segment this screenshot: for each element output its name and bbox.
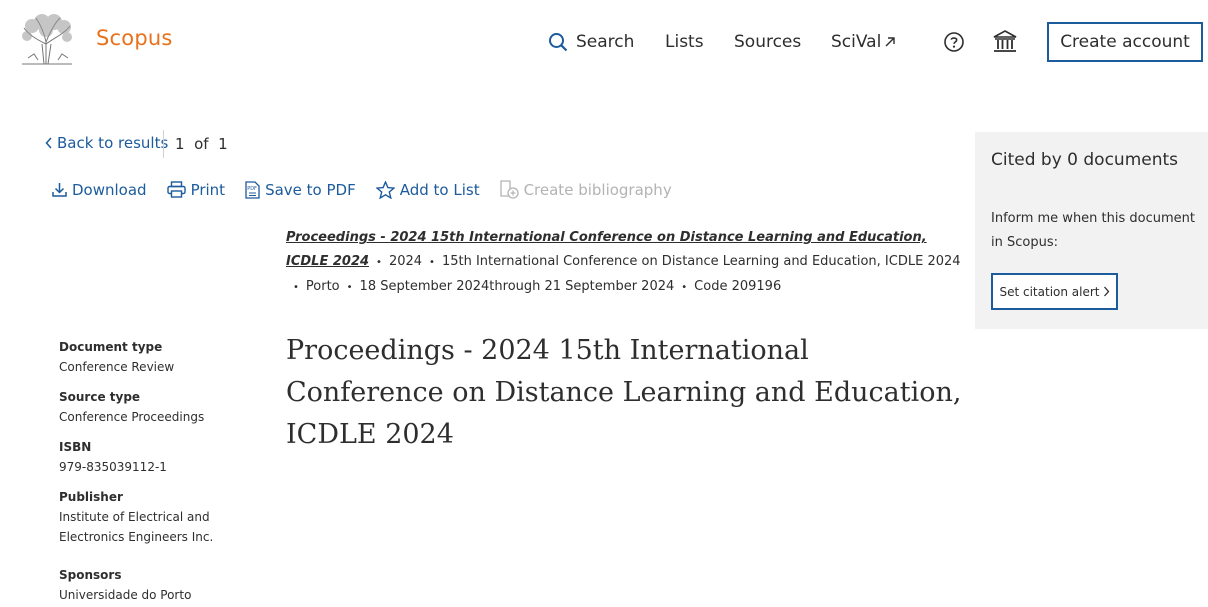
document-type-section: Document type Conference Review <box>59 337 259 377</box>
nav-search-label: Search <box>576 32 635 52</box>
search-icon <box>549 33 568 52</box>
source-info: Proceedings - 2024 15th International Co… <box>286 226 962 300</box>
svg-text:PDF: PDF <box>247 186 257 192</box>
source-type-value: Conference Proceedings <box>59 410 205 424</box>
document-toolbar: Download Print PDF Save to PDF Add to Li… <box>52 180 692 199</box>
nav-scival[interactable]: SciVal <box>831 22 896 62</box>
separator: • <box>681 282 688 293</box>
back-to-results-link[interactable]: Back to results <box>45 134 168 152</box>
print-label: Print <box>190 180 226 199</box>
add-to-list-button[interactable]: Add to List <box>375 180 480 199</box>
source-type-label: Source type <box>59 390 141 404</box>
conference-dates: 18 September 2024through 21 September 20… <box>359 279 675 294</box>
document-type-label: Document type <box>59 340 163 354</box>
download-icon <box>52 183 67 197</box>
back-to-results-label: Back to results <box>57 134 169 152</box>
save-to-pdf-label: Save to PDF <box>265 180 356 199</box>
conference-code: Code 209196 <box>694 279 782 294</box>
publisher-section: Publisher Institute of Electrical and El… <box>59 487 219 547</box>
add-to-list-label: Add to List <box>399 180 480 199</box>
separator: • <box>376 257 382 268</box>
document-type-value: Conference Review <box>59 360 175 374</box>
nav-lists[interactable]: Lists <box>665 22 704 62</box>
nav-sources[interactable]: Sources <box>734 22 801 62</box>
bibliography-icon <box>499 180 519 199</box>
publisher-value: Institute of Electrical and Electronics … <box>59 510 214 544</box>
print-button[interactable]: Print <box>166 180 226 199</box>
separator: • <box>429 257 435 268</box>
scopus-logo-text[interactable]: Scopus <box>96 26 173 50</box>
external-link-icon <box>885 37 896 47</box>
elsevier-tree-logo[interactable] <box>18 14 74 66</box>
separator: • <box>346 282 353 293</box>
separator: • <box>293 282 299 293</box>
conference-name: 15th International Conference on Distanc… <box>441 254 961 269</box>
pdf-icon: PDF <box>245 180 260 199</box>
publisher-label: Publisher <box>59 490 123 504</box>
create-bibliography-button[interactable]: Create bibliography <box>499 180 672 199</box>
source-type-section: Source type Conference Proceedings <box>59 387 259 427</box>
download-label: Download <box>72 180 147 199</box>
isbn-section: ISBN 979-835039112-1 <box>59 437 259 477</box>
chevron-right-icon <box>1103 286 1109 297</box>
set-citation-alert-button[interactable]: Set citation alert <box>991 273 1118 310</box>
result-pager: 1 of 1 <box>175 135 228 153</box>
print-icon <box>166 181 186 198</box>
isbn-label: ISBN <box>59 440 92 454</box>
cited-by-panel: Cited by 0 documents Inform me when this… <box>975 132 1208 329</box>
help-icon[interactable] <box>940 28 968 56</box>
document-title: Proceedings - 2024 15th International Co… <box>286 335 962 450</box>
citation-alert-text: Inform me when this document in Scopus: <box>991 211 1195 250</box>
create-account-button[interactable]: Create account <box>1047 22 1203 62</box>
sponsors-value: Universidade do Porto <box>59 588 192 602</box>
save-to-pdf-button[interactable]: PDF Save to PDF <box>245 181 356 199</box>
conference-location: Porto <box>305 279 340 294</box>
nav-scival-label: SciVal <box>831 32 882 52</box>
chevron-left-icon <box>45 137 52 149</box>
star-icon <box>375 180 395 199</box>
divider <box>163 130 164 158</box>
isbn-value: 979-835039112-1 <box>59 460 167 474</box>
cited-by-title: Cited by 0 documents <box>991 150 1179 170</box>
sponsors-label: Sponsors <box>59 568 122 582</box>
sponsors-section: Sponsors Universidade do Porto <box>59 565 259 605</box>
source-year: 2024 <box>388 254 423 269</box>
download-button[interactable]: Download <box>52 181 147 199</box>
create-bibliography-label: Create bibliography <box>523 180 672 199</box>
institution-icon[interactable] <box>991 28 1019 56</box>
set-citation-alert-label: Set citation alert <box>999 284 1100 299</box>
nav-search[interactable]: Search <box>548 22 634 62</box>
